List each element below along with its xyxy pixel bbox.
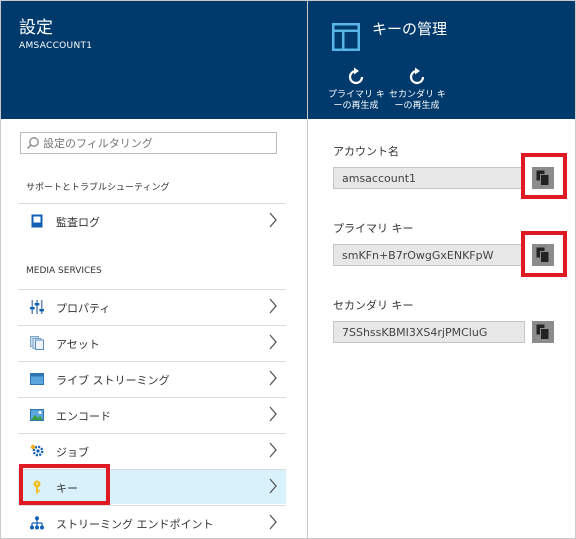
chevron-right-icon: [269, 442, 277, 458]
settings-header: 設定 AMSACCOUNT1: [1, 1, 307, 119]
sidebar-item-label: プロパティ: [56, 302, 111, 315]
secondary-key-value[interactable]: 7SShssKBMI3XS4rjPMCluG: [333, 321, 525, 343]
primary-key-field-label: プライマリ キー: [333, 222, 414, 235]
sidebar-item-label: エンコード: [56, 410, 111, 423]
regenerate-primary-key-label: プライマリ キ ーの再生成: [328, 90, 385, 111]
sidebar-item-label: アセット: [56, 338, 100, 351]
refresh-icon: [409, 67, 425, 85]
support-section-heading: サポートとトラブルシューティング: [26, 183, 170, 193]
chevron-right-icon: [269, 478, 277, 494]
chevron-right-icon: [269, 298, 277, 314]
primary-key-value[interactable]: smKFn+B7rOwgGxENKFpW: [333, 244, 525, 266]
primary-copy-highlight-box: [521, 231, 567, 277]
copy-icon: [536, 324, 550, 340]
chevron-right-icon: [269, 334, 277, 350]
search-input[interactable]: [43, 134, 273, 152]
account-name-value[interactable]: amsaccount1: [333, 167, 525, 189]
encode-icon: [30, 409, 44, 421]
chevron-right-icon: [269, 406, 277, 422]
search-icon: [26, 137, 39, 150]
sidebar-item-streaming-endpoint[interactable]: ストリーミング エンドポイント: [18, 505, 286, 538]
refresh-icon: [348, 67, 364, 85]
secondary-key-field-label: セカンダリ キー: [333, 299, 414, 312]
endpoint-icon: [30, 516, 44, 530]
sidebar-item-assets[interactable]: アセット: [18, 325, 286, 360]
chevron-right-icon: [269, 212, 277, 228]
sidebar-item-label: 監査ログ: [56, 216, 100, 229]
chevron-right-icon: [269, 514, 277, 530]
book-icon: [31, 214, 43, 228]
sidebar-item-live-streaming[interactable]: ライブ ストリーミング: [18, 361, 286, 396]
account-copy-highlight-box: [521, 153, 567, 199]
settings-filter[interactable]: [20, 132, 277, 154]
account-name-label: AMSACCOUNT1: [19, 41, 93, 51]
chevron-right-icon: [269, 370, 277, 386]
sidebar-item-label: ストリーミング エンドポイント: [56, 518, 214, 531]
sidebar-item-properties[interactable]: プロパティ: [18, 289, 286, 324]
regenerate-primary-key-button[interactable]: プライマリ キ ーの再生成: [328, 67, 385, 112]
regenerate-secondary-key-label: セカンダリ キ ーの再生成: [389, 90, 446, 111]
settings-title: 設定: [19, 18, 53, 38]
properties-icon: [30, 300, 44, 314]
sidebar-item-encode[interactable]: エンコード: [18, 397, 286, 432]
assets-icon: [30, 336, 44, 350]
regenerate-secondary-key-button[interactable]: セカンダリ キ ーの再生成: [389, 67, 446, 112]
settings-blade: 設定 AMSACCOUNT1 サポートとトラブルシューティング 監査ログ MED…: [0, 0, 308, 539]
sidebar-item-audit-log[interactable]: 監査ログ: [18, 203, 286, 238]
media-services-heading: MEDIA SERVICES: [26, 266, 102, 276]
manage-keys-title: キーの管理: [372, 20, 448, 38]
sidebar-item-label: ライブ ストリーミング: [56, 374, 170, 387]
live-streaming-icon: [30, 373, 44, 385]
copy-secondary-key-button[interactable]: [532, 321, 554, 343]
sidebar-item-label: ジョブ: [56, 446, 89, 459]
keys-highlight-box: [19, 464, 110, 505]
job-gear-icon: [30, 444, 44, 457]
account-name-field-label: アカウント名: [333, 145, 399, 158]
sidebar-item-job[interactable]: ジョブ: [18, 433, 286, 468]
blade-icon: [332, 23, 360, 51]
manage-keys-header: キーの管理 プライマリ キ ーの再生成 セカンダリ キ ーの再生成: [308, 1, 575, 119]
